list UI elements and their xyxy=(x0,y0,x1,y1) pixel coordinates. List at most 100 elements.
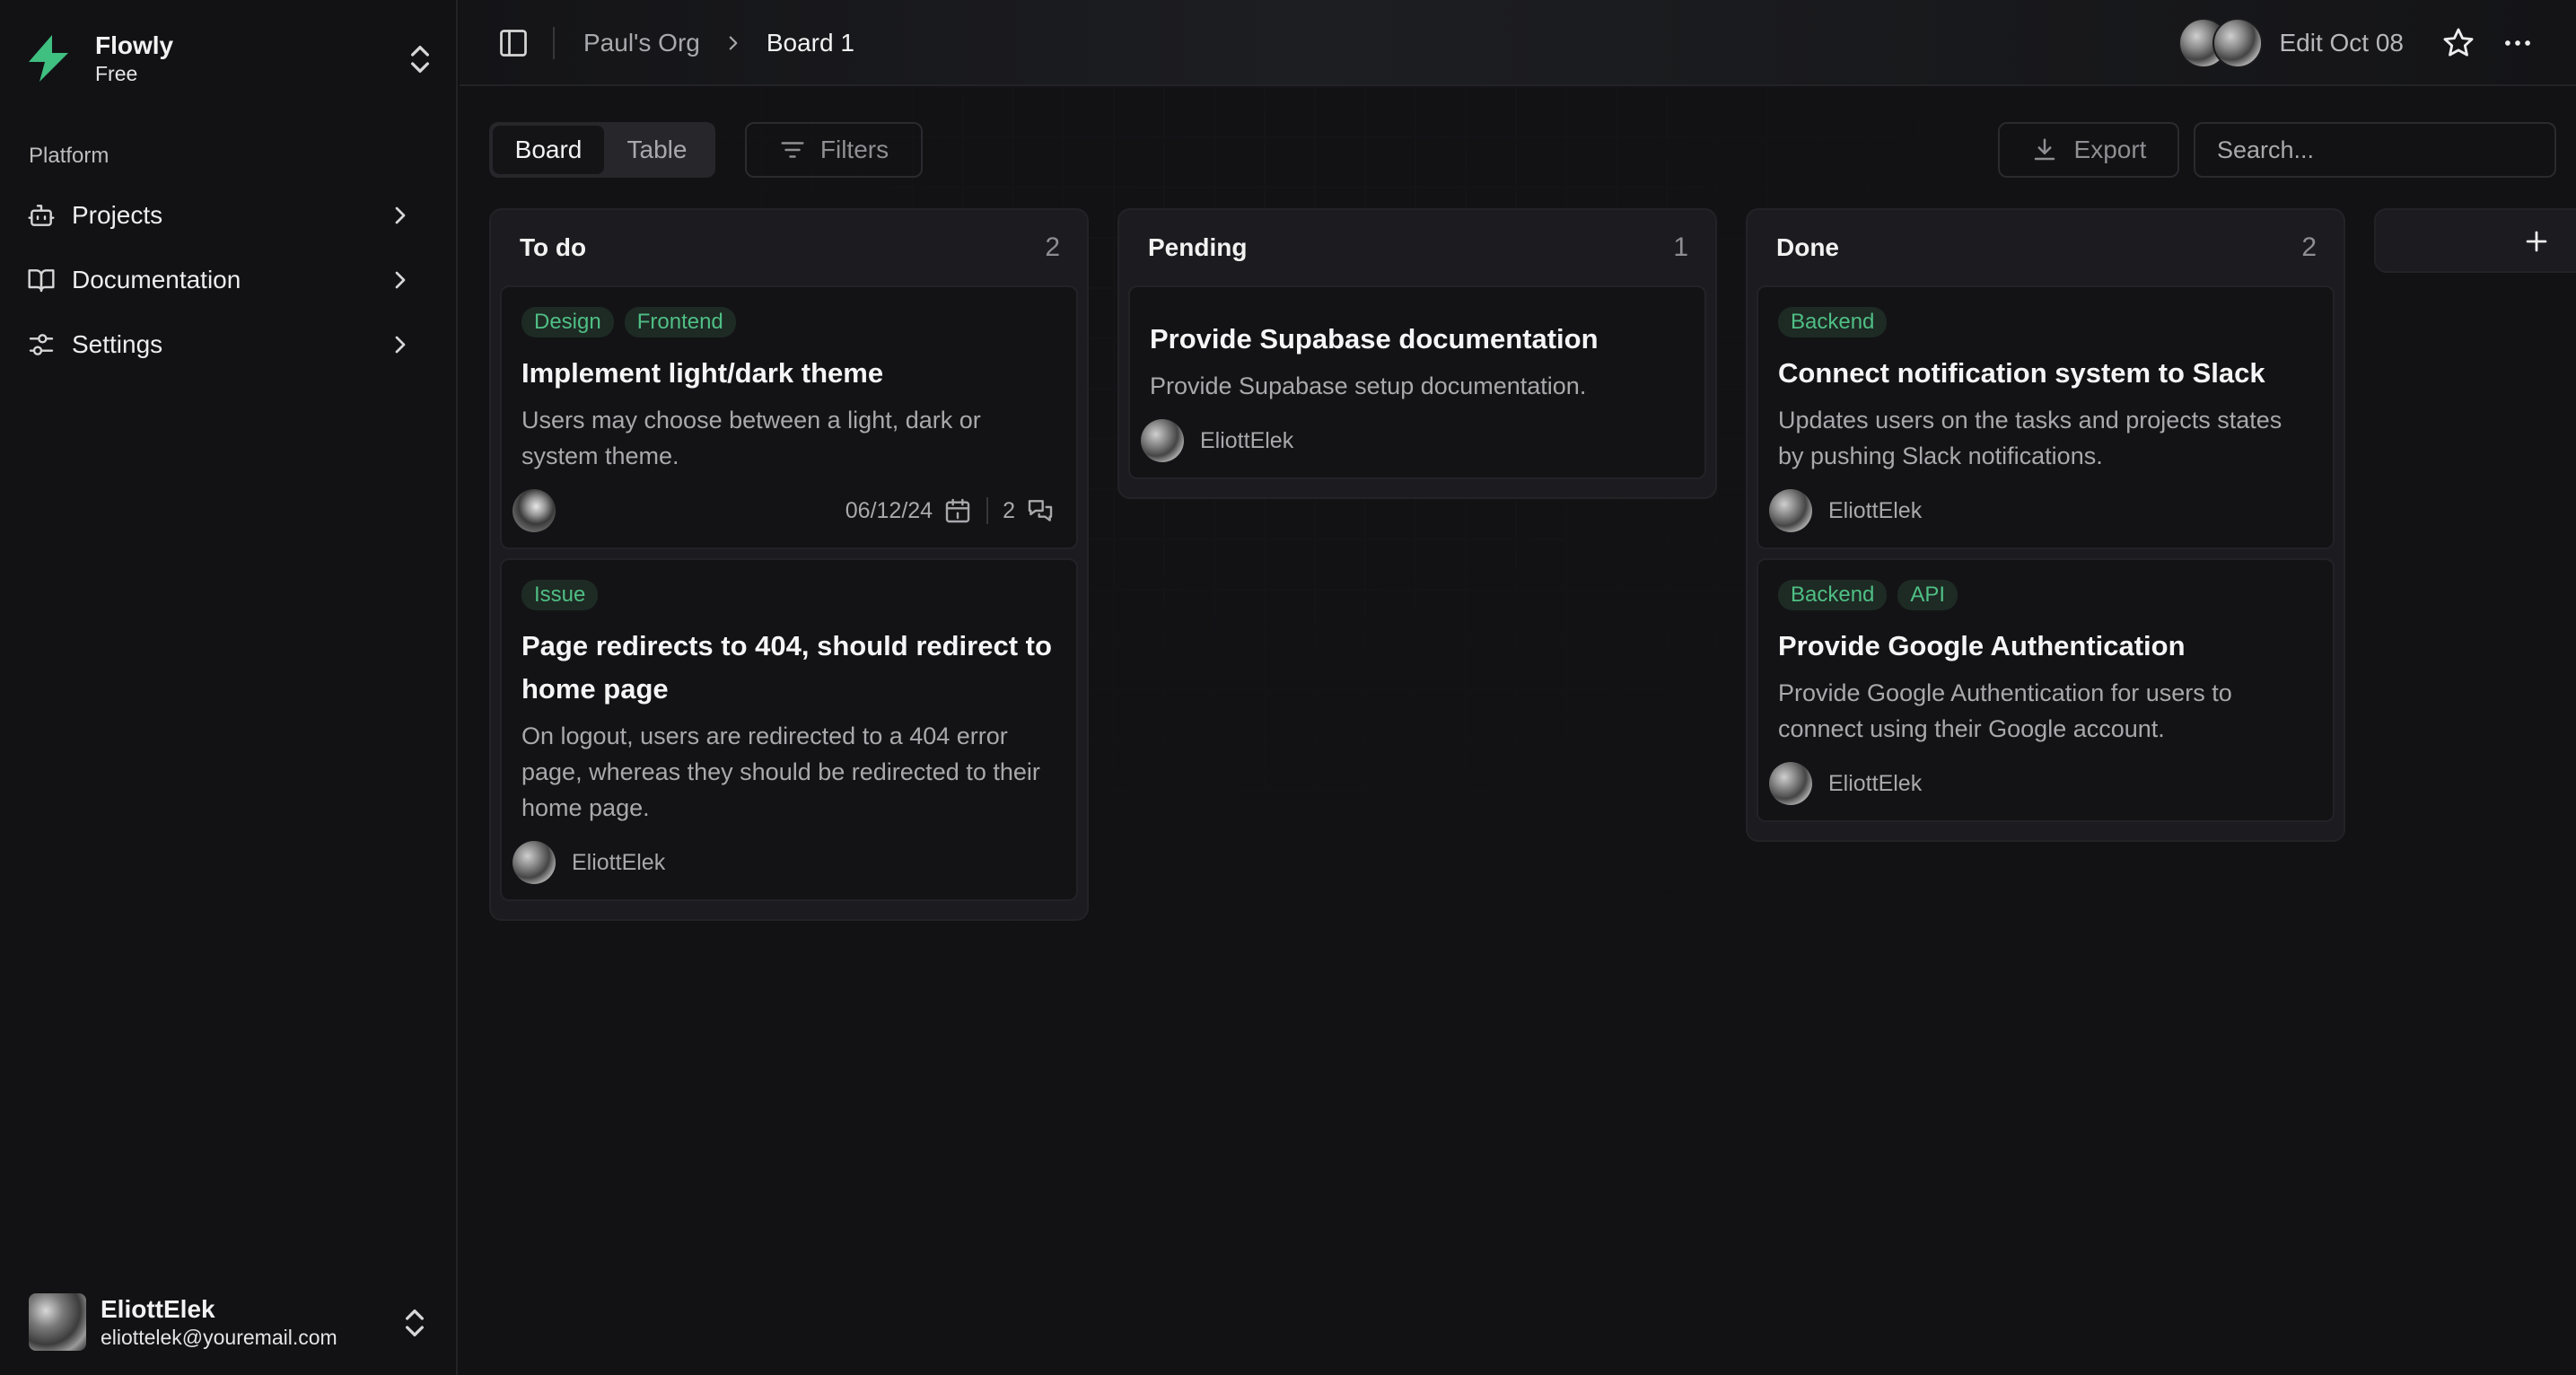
tag: API xyxy=(1897,580,1958,610)
tag-list: Issue xyxy=(521,580,1055,610)
workspace-info: Flowly Free xyxy=(95,31,173,86)
card-description: Users may choose between a light, dark o… xyxy=(521,407,981,469)
export-button[interactable]: Export xyxy=(1998,122,2179,178)
lightning-logo-icon xyxy=(29,35,68,82)
tab-table[interactable]: Table xyxy=(604,126,710,174)
meta-divider xyxy=(986,497,989,524)
card-title: Implement light/dark theme xyxy=(521,357,884,389)
task-card[interactable]: Issue Page redirects to 404, should redi… xyxy=(500,558,1078,901)
tag-list: Backend API xyxy=(1778,580,2311,610)
sidebar-toggle-icon[interactable] xyxy=(497,27,530,59)
card-footer: EliottElek xyxy=(513,826,1055,899)
workspace-switcher[interactable]: Flowly Free xyxy=(25,25,438,92)
tab-board[interactable]: Board xyxy=(493,126,604,174)
assignee-name: EliottElek xyxy=(1828,770,1923,796)
breadcrumb-board: Board 1 xyxy=(766,29,854,57)
card-description: Provide Google Authentication for users … xyxy=(1778,679,2232,742)
column-header: To do 2 xyxy=(500,210,1078,285)
card-footer: EliottElek xyxy=(1769,747,2311,820)
column-title: Pending xyxy=(1148,233,1248,261)
assignee-name: EliottElek xyxy=(572,849,666,875)
avatar xyxy=(1141,419,1184,462)
user-name: EliottElek xyxy=(101,1295,215,1323)
task-card[interactable]: Backend Connect notification system to S… xyxy=(1757,285,2335,549)
column-pending: Pending 1 Provide Supabase documentation… xyxy=(1117,208,1717,499)
breadcrumb-org[interactable]: Paul's Org xyxy=(583,27,700,59)
avatar xyxy=(513,489,556,532)
calendar-icon xyxy=(945,498,970,523)
user-menu[interactable]: EliottElek eliottelek@youremail.com xyxy=(29,1292,433,1352)
star-icon[interactable] xyxy=(2441,26,2475,60)
avatar xyxy=(1769,489,1812,532)
search-input[interactable] xyxy=(2194,122,2556,178)
header-divider xyxy=(553,27,555,59)
column-header: Done 2 xyxy=(1757,210,2335,285)
task-card[interactable]: Backend API Provide Google Authenticatio… xyxy=(1757,558,2335,822)
sidebar-nav: Projects Documentation Settings xyxy=(18,183,431,377)
bot-icon xyxy=(28,205,55,226)
tag: Frontend xyxy=(624,307,736,337)
sidebar-item-label: Projects xyxy=(72,201,163,229)
avatar xyxy=(2212,18,2264,68)
column-done: Done 2 Backend Connect notification syst… xyxy=(1746,208,2345,842)
column-todo: To do 2 Design Frontend Implement light/… xyxy=(489,208,1089,921)
card-title: Connect notification system to Slack xyxy=(1778,357,2265,389)
more-horizontal-icon[interactable] xyxy=(2501,26,2535,60)
card-title: Provide Supabase documentation xyxy=(1150,323,1599,355)
card-footer: EliottElek xyxy=(1769,474,2311,547)
user-info: EliottElek eliottelek@youremail.com xyxy=(101,1294,337,1350)
card-description: On logout, users are redirected to a 404… xyxy=(521,723,1040,821)
header-actions: Edit Oct 08 xyxy=(2178,16,2549,70)
card-footer: 06/12/24 2 xyxy=(513,474,1055,547)
card-footer: EliottElek xyxy=(1141,404,1683,477)
column-count: 2 xyxy=(2301,232,2317,262)
avatar xyxy=(1769,762,1812,805)
card-title: Provide Google Authentication xyxy=(1778,630,2186,661)
app-name: Flowly xyxy=(95,31,174,59)
chevron-right-icon xyxy=(395,336,406,354)
chevron-right-icon xyxy=(395,271,406,289)
export-label: Export xyxy=(2073,136,2147,163)
collaborator-avatars[interactable] xyxy=(2178,18,2264,68)
comment-count: 2 xyxy=(1003,497,1015,523)
sidebar-item-projects[interactable]: Projects xyxy=(18,183,431,248)
task-card[interactable]: Design Frontend Implement light/dark the… xyxy=(500,285,1078,549)
column-count: 1 xyxy=(1673,232,1688,262)
last-edit-label: Edit Oct 08 xyxy=(2279,29,2404,57)
chevron-right-icon xyxy=(729,36,738,50)
sidebar-item-label: Settings xyxy=(72,330,163,358)
column-header: Pending 1 xyxy=(1128,210,1706,285)
task-card[interactable]: Provide Supabase documentation Provide S… xyxy=(1128,285,1706,479)
avatar xyxy=(513,841,556,884)
sidebar: Flowly Free Platform Projects Documentat… xyxy=(0,0,458,1375)
breadcrumb: Paul's Org Board 1 xyxy=(583,27,854,59)
sidebar-item-settings[interactable]: Settings xyxy=(18,312,431,377)
plus-icon xyxy=(2526,231,2547,252)
column-title: Done xyxy=(1776,233,1839,261)
sliders-icon xyxy=(29,334,54,355)
chevrons-up-down-icon xyxy=(411,46,429,74)
assignee-name: EliottElek xyxy=(1200,427,1294,453)
tag-list: Backend xyxy=(1778,307,2311,337)
view-switcher: Board Table xyxy=(489,122,715,178)
filter-lines-icon xyxy=(781,142,804,158)
chevrons-up-down-icon xyxy=(406,1309,424,1336)
user-email: eliottelek@youremail.com xyxy=(101,1326,337,1349)
card-meta: 06/12/24 2 xyxy=(846,474,1055,547)
filters-label: Filters xyxy=(819,136,889,163)
download-icon xyxy=(2034,138,2055,161)
tag: Design xyxy=(521,307,614,337)
assignee-name: EliottElek xyxy=(1828,497,1923,523)
sidebar-item-documentation[interactable]: Documentation xyxy=(18,248,431,312)
filters-button[interactable]: Filters xyxy=(745,122,923,178)
due-date: 06/12/24 xyxy=(845,497,933,523)
tag: Issue xyxy=(521,580,599,610)
tag-list: Design Frontend xyxy=(521,307,1055,337)
avatar xyxy=(29,1293,86,1351)
tag: Backend xyxy=(1778,580,1888,610)
card-description: Updates users on the tasks and projects … xyxy=(1778,407,2282,469)
add-column-button[interactable] xyxy=(2374,208,2576,273)
app-plan: Free xyxy=(95,62,138,85)
card-description: Provide Supabase setup documentation. xyxy=(1150,372,1587,399)
tag: Backend xyxy=(1778,307,1888,337)
